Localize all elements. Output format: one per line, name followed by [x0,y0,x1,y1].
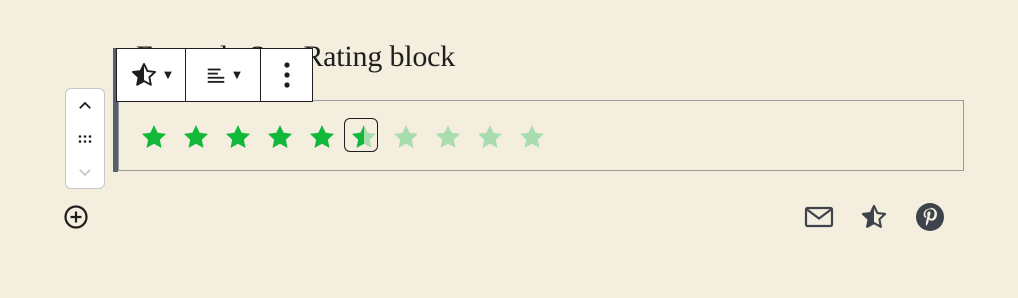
focus-ring [344,118,378,152]
chevron-down-icon [79,168,91,176]
share-email-button[interactable] [804,202,834,232]
star-icon [435,125,461,148]
chevron-down-icon: ▼ [233,69,241,81]
star-icon [477,125,503,148]
block-type-button[interactable]: ▼ [130,49,172,101]
star-icon [519,125,545,148]
more-group [261,49,312,101]
pinterest-icon [916,203,944,231]
chevron-down-icon: ▼ [164,69,172,81]
align-button[interactable]: ▼ [205,49,241,101]
mail-icon [804,206,834,228]
plus-circle-icon [64,205,88,229]
star-half-icon [132,62,157,86]
star-icon [267,125,293,148]
chevron-up-icon [79,101,91,109]
more-options-button[interactable] [283,49,291,101]
align-left-icon [207,68,225,83]
star-7[interactable] [392,120,434,154]
move-up-button[interactable] [66,89,104,122]
star-3[interactable] [224,120,266,154]
share-rating-button[interactable] [859,202,889,232]
share-pinterest-button[interactable] [915,202,945,232]
more-vertical-icon [283,62,290,88]
star-4[interactable] [266,120,308,154]
star-6[interactable] [344,118,392,154]
star-half-icon [861,204,887,228]
star-icon [393,125,419,148]
star-rating[interactable] [140,118,560,154]
drag-handle-icon [78,134,92,143]
drag-handle[interactable] [66,122,104,155]
star-10[interactable] [518,120,560,154]
star-icon [183,125,209,148]
block-mover [65,88,105,189]
star-1[interactable] [140,120,182,154]
star-icon [141,125,167,148]
move-down-button[interactable] [66,155,104,188]
star-9[interactable] [476,120,518,154]
star-icon [309,125,335,148]
add-block-button[interactable] [63,204,89,230]
star-icon [225,125,251,148]
star-8[interactable] [434,120,476,154]
align-group: ▼ [186,49,261,101]
block-toolbar: ▼ ▼ [116,48,313,102]
block-type-group: ▼ [117,49,186,101]
star-2[interactable] [182,120,224,154]
